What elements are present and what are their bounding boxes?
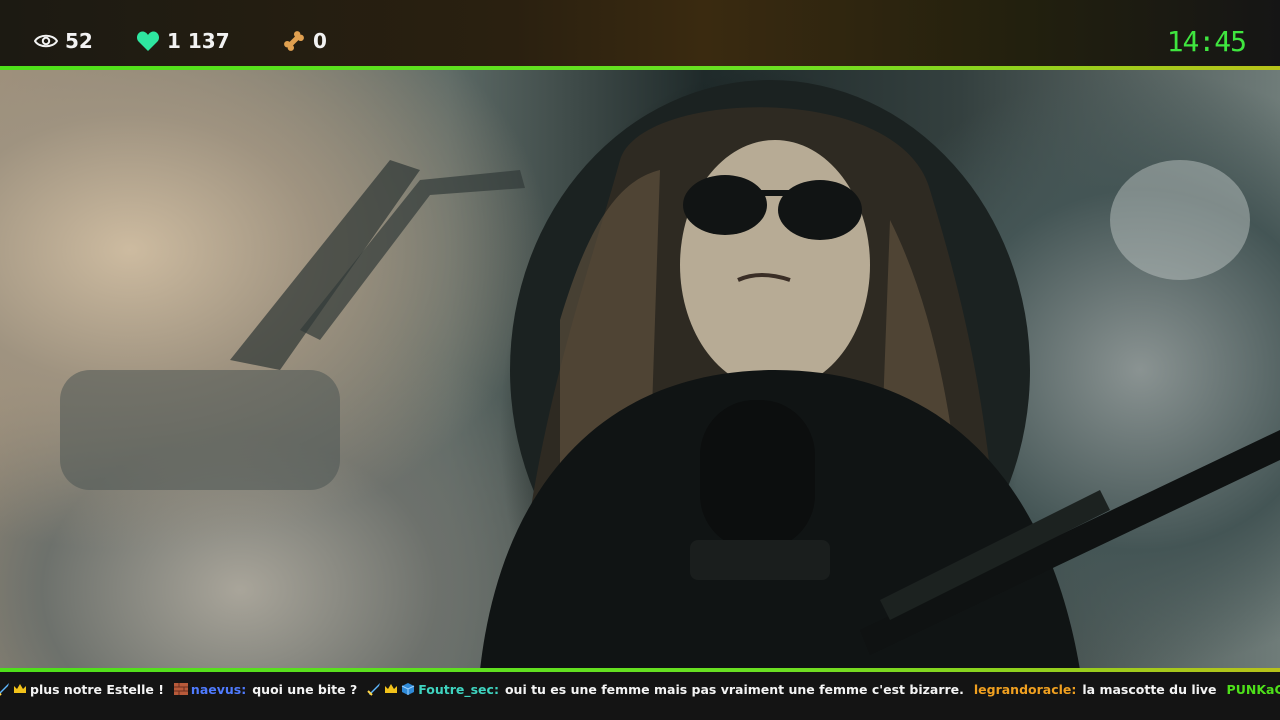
chat-text: quoi une bite ? (252, 681, 358, 697)
chat-text: oui tu es une femme mais pas vraiment un… (504, 681, 964, 697)
heart-count-value: 1 137 (167, 29, 230, 53)
webcam-video (0, 70, 1280, 668)
eye-icon (34, 33, 58, 49)
chat-username: Foutre_sec: (418, 681, 499, 697)
sword-icon (367, 682, 381, 696)
chat-message: Foutre_sec: oui tu es une femme mais pas … (367, 682, 964, 697)
sword-icon (0, 682, 10, 696)
brick-icon (173, 682, 188, 696)
chat-username: naevus: (190, 681, 247, 697)
cube-icon (401, 682, 415, 696)
heart-icon (136, 30, 160, 52)
chat-message: plus notre Estelle ! (0, 682, 164, 697)
stream-stats-bar: 52 1 137 0 14:45 (0, 0, 1280, 66)
viewer-count-value: 52 (65, 29, 93, 53)
chat-ticker: plus notre Estelle ! naevus: quoi une bite… (0, 672, 1280, 720)
chat-text: plus notre Estelle ! (30, 681, 164, 697)
chat-message: PUNKaCHIEN:c (1227, 682, 1280, 697)
viewer-count: 52 (34, 24, 93, 58)
chat-message: legrandoracle: la mascotte du live (974, 682, 1217, 697)
chat-text: la mascotte du live (1082, 681, 1217, 697)
bone-count: 0 (282, 24, 327, 58)
video-scene (60, 80, 1280, 668)
chat-ticker-track: plus notre Estelle ! naevus: quoi une bite… (0, 679, 1280, 699)
crown-icon (384, 682, 398, 696)
chat-username: PUNKaCHIEN: (1226, 681, 1280, 697)
stream-clock: 14:45 (1166, 24, 1247, 58)
bone-icon (282, 29, 306, 53)
crown-icon (13, 682, 27, 696)
heart-count: 1 137 (136, 24, 230, 58)
chat-username: legrandoracle: (973, 681, 1077, 697)
bone-count-value: 0 (313, 29, 327, 53)
chat-message: naevus: quoi une bite ? (173, 681, 358, 697)
